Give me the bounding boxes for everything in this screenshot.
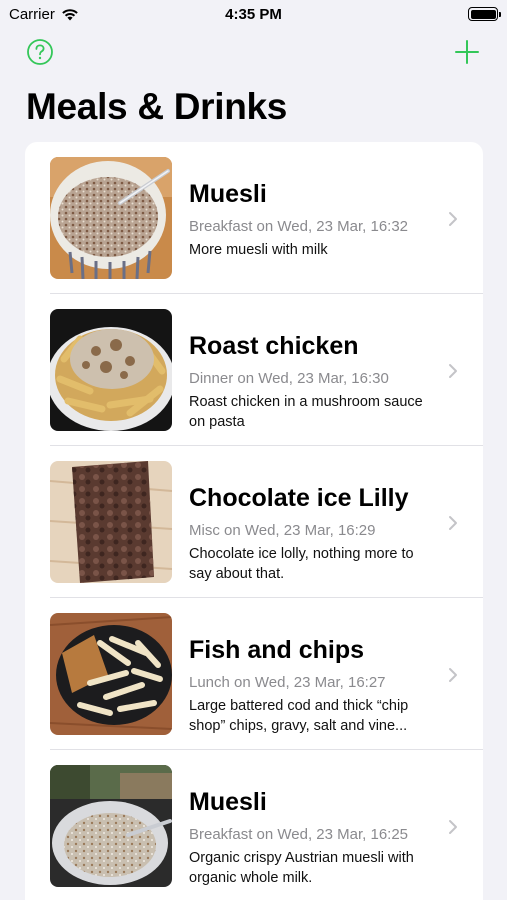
app-screen: Carrier 4:35 PM Meals & Drinks Muesli Br… [0, 0, 507, 900]
meal-name: Muesli [189, 180, 267, 208]
meal-row[interactable]: Muesli Breakfast on Wed, 23 Mar, 16:25 O… [25, 750, 483, 900]
meal-row[interactable]: Chocolate ice Lilly Misc on Wed, 23 Mar,… [25, 446, 483, 598]
plus-icon [455, 40, 479, 64]
meal-name: Fish and chips [189, 636, 365, 664]
status-bar: Carrier 4:35 PM [0, 0, 507, 30]
meal-meta: Lunch on Wed, 23 Mar, 16:27 [189, 674, 386, 691]
meal-name: Chocolate ice Lilly [189, 484, 409, 512]
page-title: Meals & Drinks [26, 86, 288, 127]
chevron-right-icon [449, 516, 457, 530]
meal-description: Chocolate ice lolly, nothing more to say… [189, 546, 414, 582]
meal-description: Large battered cod and thick “chip shop”… [189, 698, 409, 734]
chevron-right-icon [449, 820, 457, 834]
meal-description: Roast chicken in a mushroom sauce on pas… [189, 394, 423, 430]
chevron-right-icon [449, 364, 457, 378]
meal-meta: Misc on Wed, 23 Mar, 16:29 [189, 522, 376, 539]
status-time: 4:35 PM [225, 6, 282, 23]
question-circle-icon [27, 39, 53, 65]
chevron-right-icon [449, 212, 457, 226]
meal-photo [50, 765, 172, 887]
meal-row[interactable]: Fish and chips Lunch on Wed, 23 Mar, 16:… [25, 598, 483, 750]
meal-photo [50, 613, 172, 735]
meal-meta: Breakfast on Wed, 23 Mar, 16:25 [189, 826, 409, 843]
meal-name: Muesli [189, 788, 267, 816]
meal-row[interactable]: Roast chicken Dinner on Wed, 23 Mar, 16:… [25, 294, 483, 446]
meal-description: More muesli with milk [189, 242, 328, 258]
chevron-right-icon [449, 668, 457, 682]
meal-row[interactable]: Muesli Breakfast on Wed, 23 Mar, 16:32 M… [25, 142, 483, 294]
battery-icon [468, 7, 501, 21]
add-meal-button[interactable] [453, 38, 481, 66]
meal-description: Organic crispy Austrian muesli with orga… [189, 850, 414, 886]
help-button[interactable] [26, 38, 54, 66]
meal-name: Roast chicken [189, 332, 359, 360]
meal-meta: Breakfast on Wed, 23 Mar, 16:32 [189, 218, 409, 235]
meal-photo [50, 309, 172, 431]
meal-meta: Dinner on Wed, 23 Mar, 16:30 [189, 370, 389, 387]
meal-photo [50, 461, 172, 583]
meal-photo [50, 157, 172, 279]
meal-list: Muesli Breakfast on Wed, 23 Mar, 16:32 M… [25, 142, 483, 900]
